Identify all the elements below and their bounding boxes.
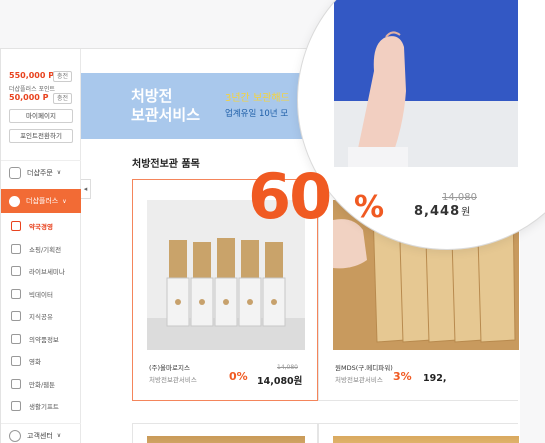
cart-icon <box>9 166 21 179</box>
plus-points-value: 50,000 P <box>9 93 49 102</box>
sidebar-item-comic[interactable]: 만화/웹툰 <box>1 373 81 395</box>
sidebar-item-label: 빅데이터 <box>29 290 53 299</box>
mypage-button[interactable]: 마이페이지 <box>9 109 73 123</box>
product-image-partial <box>147 436 305 443</box>
sidebar-item-label: 쇼핑/기획전 <box>29 245 62 254</box>
live-icon <box>11 266 21 276</box>
sidebar-item-movie[interactable]: 영화 <box>1 350 81 372</box>
nav-order-label: 더샵주문 <box>27 168 53 177</box>
zoom-new-price-value: 8,448 <box>414 204 461 219</box>
shopping-icon <box>11 243 21 254</box>
zoom-discount-percent: % <box>354 190 385 225</box>
banner-subline: 업계유일 10년 모 <box>225 109 289 119</box>
plus-icon <box>9 195 20 207</box>
screen: 550,000 P 충전 더샵플러스 포인트 50,000 P 충전 마이페이지… <box>0 0 545 443</box>
product-discount: 0% <box>229 370 248 383</box>
support-icon <box>9 429 21 442</box>
sidebar-item-label: 라이브세미나 <box>29 268 65 276</box>
drug-info-icon <box>11 333 21 344</box>
plus-points-label: 더샵플러스 포인트 <box>9 86 56 93</box>
charge-tag[interactable]: 충전 <box>53 71 72 82</box>
product-category: 처방전보관서비스 <box>335 376 383 384</box>
nav-order[interactable]: 더샵주문 ∨ <box>1 160 81 184</box>
sidebar-item-pharmacy[interactable]: 약국경영 <box>1 215 81 237</box>
sidebar-item-label: 의약품정보 <box>29 335 59 344</box>
gift-icon <box>11 401 21 411</box>
banner-title: 처방전 보관서비스 <box>131 87 200 125</box>
product-name: (주)올마로지스 <box>149 364 190 372</box>
nav-support[interactable]: 고객센터 ∨ <box>1 423 81 443</box>
chevron-down-icon: ∨ <box>56 169 62 176</box>
sidebar-item-label: 지식공유 <box>29 313 53 321</box>
chart-icon <box>11 288 21 299</box>
charge-tag-2[interactable]: 충전 <box>53 93 72 104</box>
product-card-partial[interactable] <box>132 423 318 443</box>
product-category: 처방전보관서비스 <box>149 376 197 384</box>
chevron-down-icon: ∨ <box>56 432 62 439</box>
pharmacy-icon <box>11 221 21 231</box>
comic-icon <box>11 378 21 389</box>
nav-plus-label: 더샵플러스 <box>26 197 59 205</box>
sidebar-item-live[interactable]: 라이브세미나 <box>1 260 81 282</box>
sidebar-item-label: 생활기프트 <box>29 403 59 411</box>
sidebar-item-label: 영화 <box>29 358 41 366</box>
banner-headline: 3년간 보관해드 <box>225 93 290 104</box>
zoom-currency: 원 <box>461 207 472 218</box>
product-price: 14,080원 <box>257 376 303 387</box>
sidebar-item-pencil[interactable]: 지식공유 <box>1 305 81 327</box>
sidebar-item-chart[interactable]: 빅데이터 <box>1 283 81 305</box>
points-value: 550,000 P <box>9 71 55 80</box>
product-name: 원MDS(구.메디파워) <box>335 364 393 372</box>
zoom-old-price: 14,080 <box>442 192 477 203</box>
product-discount: 3% <box>393 370 412 383</box>
zoom-discount-number: 60 <box>248 160 332 233</box>
nav-support-label: 고객센터 <box>27 431 53 440</box>
point-convert-button[interactable]: 포인트전환하기 <box>9 129 73 143</box>
zoom-photo-blue-folder <box>334 0 518 167</box>
sidebar-item-gift[interactable]: 생활기프트 <box>1 395 81 417</box>
banner-title-line2: 보관서비스 <box>131 106 201 124</box>
product-price: 192, <box>423 373 447 384</box>
chevron-down-icon: ∨ <box>62 197 67 205</box>
product-image-partial <box>333 436 519 443</box>
sidebar-item-label: 약국경영 <box>29 223 53 231</box>
sidebar: 550,000 P 충전 더샵플러스 포인트 50,000 P 충전 마이페이지… <box>1 49 81 443</box>
sidebar-item-label: 만화/웹툰 <box>29 380 56 389</box>
zoom-new-price: 8,448원 <box>414 203 471 219</box>
pencil-icon <box>11 311 21 321</box>
movie-icon <box>11 356 21 366</box>
section-title: 처방전보관 품목 <box>132 159 200 170</box>
product-card-partial[interactable] <box>318 423 519 443</box>
product-old-price: 14,080 <box>277 364 298 371</box>
banner-title-line1: 처방전 <box>131 87 173 105</box>
sidebar-item-drug-info[interactable]: 의약품정보 <box>1 328 81 350</box>
sidebar-item-shopping[interactable]: 쇼핑/기획전 <box>1 238 81 260</box>
nav-plus[interactable]: 더샵플러스 ∨ <box>1 189 81 213</box>
